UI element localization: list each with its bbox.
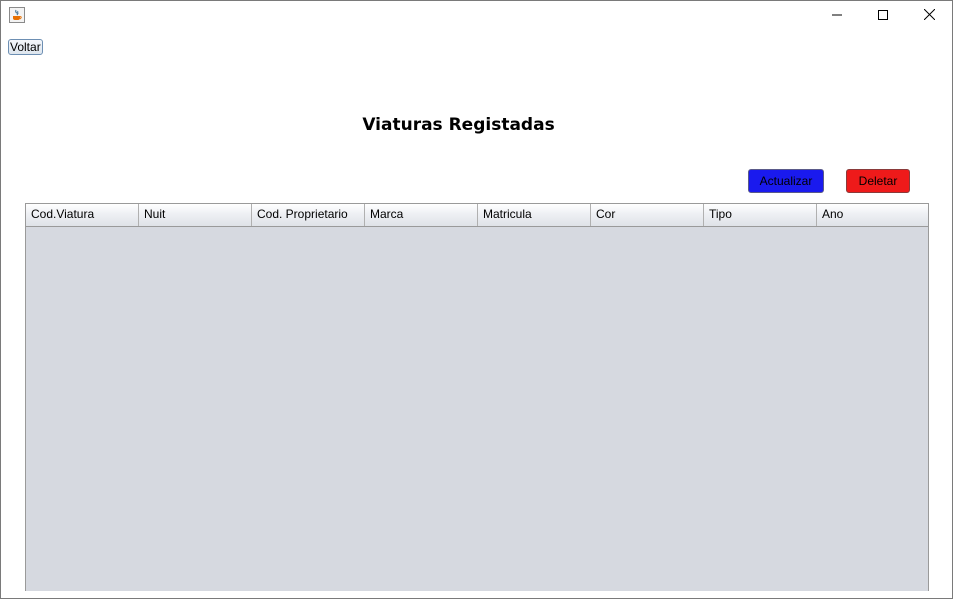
column-header-cor[interactable]: Cor bbox=[591, 204, 704, 226]
vehicles-table[interactable]: Cod.Viatura Nuit Cod. Proprietario Marca… bbox=[25, 203, 929, 591]
minimize-icon bbox=[832, 7, 842, 25]
maximize-button[interactable] bbox=[860, 1, 906, 31]
maximize-icon bbox=[878, 7, 888, 25]
close-icon bbox=[923, 7, 935, 25]
column-header-nuit[interactable]: Nuit bbox=[139, 204, 252, 226]
column-header-ano[interactable]: Ano bbox=[817, 204, 928, 226]
java-cup-icon bbox=[9, 7, 25, 23]
close-button[interactable] bbox=[906, 1, 952, 31]
column-header-tipo[interactable]: Tipo bbox=[704, 204, 817, 226]
table-body[interactable] bbox=[26, 227, 928, 591]
delete-button[interactable]: Deletar bbox=[846, 169, 910, 193]
back-button[interactable]: Voltar bbox=[8, 39, 43, 55]
update-button[interactable]: Actualizar bbox=[748, 169, 824, 193]
column-header-matricula[interactable]: Matricula bbox=[478, 204, 591, 226]
column-header-cod-viatura[interactable]: Cod.Viatura bbox=[26, 204, 139, 226]
title-bar bbox=[1, 1, 952, 31]
column-header-marca[interactable]: Marca bbox=[365, 204, 478, 226]
app-window: Voltar Viaturas Registadas Actualizar De… bbox=[0, 0, 953, 599]
minimize-button[interactable] bbox=[814, 1, 860, 31]
table-header: Cod.Viatura Nuit Cod. Proprietario Marca… bbox=[26, 204, 928, 227]
column-header-cod-proprietario[interactable]: Cod. Proprietario bbox=[252, 204, 365, 226]
page-title: Viaturas Registadas bbox=[362, 115, 555, 135]
